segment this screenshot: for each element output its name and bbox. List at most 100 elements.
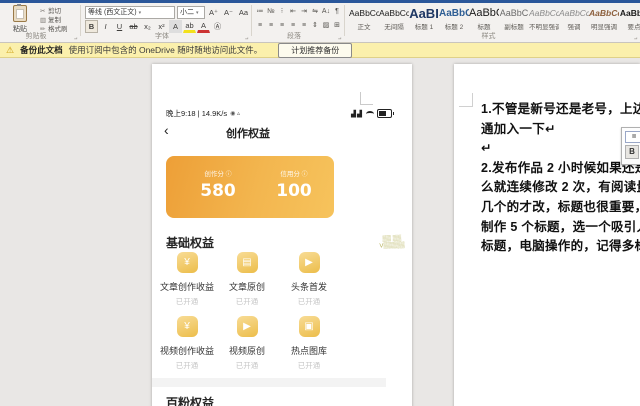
- line-spacing-button[interactable]: ⇕: [310, 20, 320, 31]
- justify-button[interactable]: ≡: [288, 20, 298, 31]
- paragraph-group-label: 段落: [252, 31, 336, 41]
- mini-toolbar-style-box[interactable]: ≣: [625, 131, 640, 143]
- play-icon: ▶: [237, 316, 258, 337]
- paste-button[interactable]: 粘贴: [6, 5, 34, 34]
- shading-button[interactable]: ▨: [321, 20, 331, 31]
- creation-score-stat: 创作分 ⓘ 580: [182, 168, 254, 201]
- clipboard-group: 粘贴 ✂剪切 ▥复制 ✏格式刷 剪贴板 ⌐: [0, 3, 80, 42]
- message-bar-text: 使用订阅中包含的 OneDrive 随时随地访问此文件。: [69, 44, 263, 56]
- clipboard-dialog-launcher-icon[interactable]: ⌐: [74, 35, 78, 41]
- mini-toolbar-bold-button[interactable]: B: [625, 145, 639, 159]
- score-card: 创作分 ⓘ 580 信用分 ⓘ 100: [166, 156, 334, 218]
- paragraph-dialog-launcher-icon[interactable]: ⌐: [338, 35, 342, 41]
- body-text: 1.不管是新号还是老号，上边的权 通加入一下↵ ↵ 2.发布作品 2 小时候如果…: [481, 100, 640, 257]
- style-item-no-spacing[interactable]: AaBbCcD无间隔: [379, 5, 409, 34]
- style-item-subtitle[interactable]: AaBbC副标题: [499, 5, 529, 34]
- copy-icon: ▥: [40, 16, 48, 25]
- change-case-button[interactable]: Aa: [237, 6, 250, 19]
- font-group-label: 字体: [81, 31, 243, 41]
- distribute-button[interactable]: ≡: [299, 20, 309, 31]
- info-icon: ⓘ: [302, 172, 308, 178]
- font-row-1: 等线 (西文正文) ▾ 小二 ▾ A⁺ A⁻ Aa: [85, 6, 250, 19]
- font-size-select[interactable]: 小二 ▾: [177, 6, 205, 19]
- paragraph-group: ≔ № ⁝ ⇤ ⇥ ⇋ A↓ ¶ ≡ ≡ ≡ ≡ ≡ ⇕ ▨ ⊞ 段落 ⌐: [252, 3, 344, 42]
- style-item-title[interactable]: AaBbC标题: [469, 5, 499, 34]
- creation-score-value: 580: [182, 181, 254, 201]
- style-item-heading1[interactable]: AaBI标题 1: [409, 5, 439, 34]
- image-selection-corner: [360, 92, 373, 105]
- style-item-emphasis[interactable]: AaBbCcD强调: [559, 5, 589, 34]
- floating-mini-toolbar: ≣ B: [621, 127, 640, 165]
- battery-icon: [377, 109, 392, 118]
- back-chevron-icon: ‹: [164, 122, 169, 138]
- bullets-button[interactable]: ≔: [255, 6, 265, 17]
- text-line: 标题，电脑操作的，记得多标题加: [481, 237, 640, 257]
- clipboard-commands: ✂剪切 ▥复制 ✏格式刷: [40, 7, 68, 34]
- numbering-button[interactable]: №: [266, 6, 276, 17]
- align-left-button[interactable]: ≡: [255, 20, 265, 31]
- signal-icon: ▟▟: [351, 110, 363, 118]
- benefit-article-original: ▤ 文章原创 已开通: [216, 252, 278, 307]
- paragraph-row-1: ≔ № ⁝ ⇤ ⇥ ⇋ A↓ ¶: [255, 6, 342, 17]
- style-item-intense-emphasis[interactable]: AaBbCcD明显强调: [589, 5, 619, 34]
- align-right-button[interactable]: ≡: [277, 20, 287, 31]
- text-line: 几个的才改，标题也很重要，让 G: [481, 198, 640, 218]
- sort-button[interactable]: A↓: [321, 6, 331, 17]
- wifi-icon: [366, 111, 374, 117]
- benefit-video-original: ▶ 视频原创 已开通: [216, 316, 278, 371]
- chevron-down-icon: ▾: [196, 10, 199, 16]
- clipboard-group-label: 剪贴板: [0, 31, 72, 41]
- benefit-hot-gallery: ▣ 热点图库 已开通: [278, 316, 340, 371]
- word-window: 粘贴 ✂剪切 ▥复制 ✏格式刷 剪贴板 ⌐ 等线 (西文正文) ▾ 小二 ▾ A…: [0, 0, 640, 406]
- phone-page-title: 创作权益: [170, 125, 326, 141]
- multilevel-list-button[interactable]: ⁝: [277, 6, 287, 17]
- borders-button[interactable]: ⊞: [332, 20, 342, 31]
- text-line: 1.不管是新号还是老号，上边的权: [481, 100, 640, 120]
- benefit-toutiao-first: ▶ 头条首发 已开通: [278, 252, 340, 307]
- benefit-article-income: ¥ 文章创作收益 已开通: [156, 252, 218, 307]
- watermark-text: ▒▒ ▒▒ V▒▒▒▒▒: [370, 235, 414, 251]
- styles-group-label: 样式: [345, 31, 632, 41]
- onedrive-message-bar: ⚠ 备份此文档 使用订阅中包含的 OneDrive 随时随地访问此文件。 计划推…: [0, 43, 640, 58]
- grow-font-button[interactable]: A⁺: [207, 6, 220, 19]
- cut-button[interactable]: ✂剪切: [40, 7, 68, 16]
- styles-gallery: AaBbCcD正文 AaBbCcD无间隔 AaBI标题 1 AaBbC标题 2 …: [349, 5, 640, 34]
- document-page-right[interactable]: 1.不管是新号还是老号，上边的权 通加入一下↵ ↵ 2.发布作品 2 小时候如果…: [454, 64, 640, 406]
- credit-score-stat: 信用分 ⓘ 100: [262, 168, 326, 201]
- style-item-normal[interactable]: AaBbCcD正文: [349, 5, 379, 34]
- document-page-left[interactable]: 晚上9:18 | 14.9K/s ◉ ▵ ▟▟ ‹ 创作权益 创作分 ⓘ 580…: [152, 64, 412, 406]
- paragraph-row-2: ≡ ≡ ≡ ≡ ≡ ⇕ ▨ ⊞: [255, 20, 342, 31]
- show-formatting-marks-button[interactable]: ¶: [332, 6, 342, 17]
- style-item-subtle-emphasis[interactable]: AaBbCcD不明显强调: [529, 5, 559, 34]
- phone-status-misc-icons: ◉ ▵: [230, 110, 240, 117]
- copy-button[interactable]: ▥复制: [40, 16, 68, 25]
- decrease-indent-button[interactable]: ⇤: [288, 6, 298, 17]
- style-item-heading2[interactable]: AaBbC标题 2: [439, 5, 469, 34]
- text-line: 制作 5 个标题，选一个吸引人又不: [481, 218, 640, 238]
- info-icon: ⓘ: [226, 172, 232, 178]
- message-bar-title: 备份此文档: [20, 44, 63, 56]
- styles-dialog-launcher-icon[interactable]: ⌐: [634, 35, 638, 41]
- font-group: 等线 (西文正文) ▾ 小二 ▾ A⁺ A⁻ Aa B I U ab x₂ x²…: [81, 3, 251, 42]
- style-item-list-paragraph[interactable]: AaBbC要点: [619, 5, 640, 34]
- clipboard-icon: [13, 5, 27, 22]
- shrink-font-button[interactable]: A⁻: [222, 6, 235, 19]
- backup-action-button[interactable]: 计划推荐备份: [278, 43, 352, 58]
- coin-icon: ¥: [177, 316, 198, 337]
- text-line: 2.发布作品 2 小时候如果还是 0 阅: [481, 159, 640, 179]
- section-divider: [152, 378, 386, 387]
- fans-benefits-heading: 百粉权益: [166, 394, 214, 406]
- document-icon: ▤: [237, 252, 258, 273]
- increase-indent-button[interactable]: ⇥: [299, 6, 309, 17]
- image-icon: ▣: [299, 316, 320, 337]
- font-name-select[interactable]: 等线 (西文正文) ▾: [85, 6, 175, 19]
- font-dialog-launcher-icon[interactable]: ⌐: [245, 35, 249, 41]
- chevron-down-icon: ▾: [139, 10, 142, 16]
- asian-layout-button[interactable]: ⇋: [310, 6, 320, 17]
- warning-icon: ⚠: [6, 46, 14, 55]
- margin-corner-mark: [459, 93, 473, 107]
- phone-status-bar: 晚上9:18 | 14.9K/s ◉ ▵ ▟▟: [166, 108, 392, 119]
- benefit-video-income: ¥ 视频创作收益 已开通: [156, 316, 218, 371]
- align-center-button[interactable]: ≡: [266, 20, 276, 31]
- scissors-icon: ✂: [40, 7, 48, 16]
